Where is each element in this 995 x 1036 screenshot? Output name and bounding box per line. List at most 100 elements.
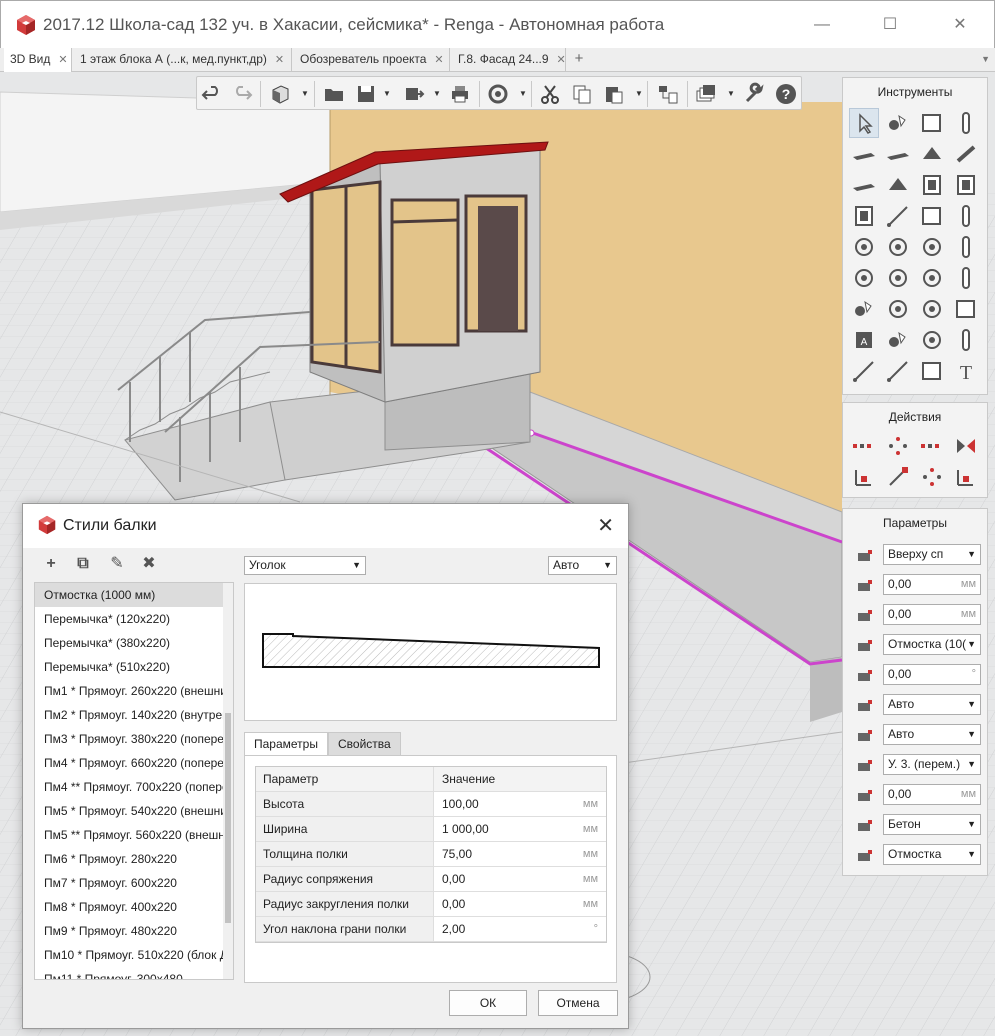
tab-close-icon[interactable]: ✕: [58, 54, 67, 66]
tab-floor-plan[interactable]: 1 этаж блока А (...к, мед.пункт,др) ✕: [74, 48, 292, 71]
view-dropdown-icon[interactable]: ▼: [301, 89, 309, 98]
scrollbar-thumb[interactable]: [225, 713, 231, 923]
style-list-item[interactable]: Пм1 * Прямоуг. 260x220 (внешни: [35, 679, 223, 703]
param-value[interactable]: 100,00: [442, 792, 479, 816]
paste-dropdown-icon[interactable]: ▼: [635, 89, 643, 98]
dialog-close-button[interactable]: ✕: [597, 513, 614, 538]
layers-dropdown-icon[interactable]: ▼: [727, 89, 735, 98]
boiler-icon[interactable]: [883, 232, 913, 262]
switch-icon[interactable]: [917, 294, 947, 324]
style-list-item[interactable]: Пм9 * Прямоуг. 480x220: [35, 919, 223, 943]
param-select[interactable]: Авто ▼: [883, 694, 981, 715]
tab-close-icon[interactable]: ✕: [275, 54, 284, 66]
tab-parameters[interactable]: Параметры: [244, 732, 328, 756]
roof-icon[interactable]: [917, 139, 947, 169]
tabs-dropdown-icon[interactable]: ▼: [981, 54, 990, 64]
door-icon[interactable]: [917, 170, 947, 200]
param-value[interactable]: 75,00: [442, 842, 472, 866]
duplicate-style-button[interactable]: ⧉: [75, 556, 91, 572]
param-select[interactable]: Авто ▼: [883, 724, 981, 745]
railing-icon[interactable]: [849, 201, 879, 231]
export-dropdown-icon[interactable]: ▼: [433, 89, 441, 98]
style-list-item[interactable]: Пм8 * Прямоуг. 400x220: [35, 895, 223, 919]
style-list-item[interactable]: Пм5 * Прямоуг. 540x220 (внешни: [35, 799, 223, 823]
style-list-item[interactable]: Пм3 * Прямоуг. 380x220 (попере: [35, 727, 223, 751]
close-window-button[interactable]: ✕: [937, 9, 983, 41]
param-value[interactable]: 1 000,00: [442, 817, 489, 841]
dimension-icon[interactable]: [849, 356, 879, 386]
tab-3d-view[interactable]: 3D Вид ✕: [4, 48, 72, 72]
tab-facade[interactable]: Г.8. Фасад 24...9 ✕: [452, 48, 566, 71]
structure-icon[interactable]: [655, 81, 681, 107]
param-select[interactable]: У. 3. (перем.) ▼: [883, 754, 981, 775]
style-list-item[interactable]: Пм10 * Прямоуг. 510x220 (блок Д: [35, 943, 223, 967]
curve-icon[interactable]: [883, 356, 913, 386]
equipment-icon[interactable]: [917, 201, 947, 231]
print-icon[interactable]: [447, 81, 473, 107]
cancel-button[interactable]: Отмена: [538, 990, 618, 1016]
cable-icon[interactable]: [917, 325, 947, 355]
window-icon[interactable]: [951, 170, 981, 200]
line-icon[interactable]: [883, 201, 913, 231]
param-select[interactable]: Вверху сп ▼: [883, 544, 981, 565]
assembly-icon[interactable]: [883, 108, 913, 138]
table-row[interactable]: Толщина полки 75,00 мм: [256, 842, 606, 867]
pipe-fitting-icon[interactable]: [951, 232, 981, 262]
style-list-item[interactable]: Пм4 * Прямоуг. 660x220 (попере: [35, 751, 223, 775]
stair-icon[interactable]: [849, 170, 879, 200]
undo-icon[interactable]: [199, 81, 225, 107]
sync-icon[interactable]: [485, 81, 511, 107]
edit-style-button[interactable]: ✎: [109, 556, 125, 572]
style-list-item[interactable]: Пм4 ** Прямоуг. 700x220 (попере: [35, 775, 223, 799]
style-list-item[interactable]: Пм6 * Прямоуг. 280x220: [35, 847, 223, 871]
param-value[interactable]: 0,00: [442, 892, 465, 916]
maximize-button[interactable]: ☐: [867, 9, 913, 41]
lamp-icon[interactable]: [883, 294, 913, 324]
add-tab-button[interactable]: +: [568, 48, 590, 71]
layers-icon[interactable]: [693, 81, 719, 107]
profile-type-select[interactable]: Уголок ▼: [244, 556, 366, 575]
style-list-item[interactable]: Перемычка* (510x220): [35, 655, 223, 679]
filter-icon[interactable]: [883, 263, 913, 293]
tab-close-icon[interactable]: ✕: [434, 54, 443, 66]
sync-dropdown-icon[interactable]: ▼: [519, 89, 527, 98]
param-input[interactable]: 0,00 мм: [883, 574, 981, 595]
pump-icon[interactable]: [917, 232, 947, 262]
tab-properties[interactable]: Свойства: [328, 732, 401, 756]
ramp-icon[interactable]: [883, 170, 913, 200]
param-value[interactable]: 0,00: [442, 867, 465, 891]
hatch-icon[interactable]: [917, 356, 947, 386]
style-list-item[interactable]: Перемычка* (380x220): [35, 631, 223, 655]
copy-array-icon[interactable]: [917, 431, 947, 461]
param-select[interactable]: Отмостка (10(▼: [883, 634, 981, 655]
cut-action-icon[interactable]: [917, 462, 947, 492]
panel-icon[interactable]: A: [849, 325, 879, 355]
table-row[interactable]: Угол наклона грани полки 2,00 °: [256, 917, 606, 942]
param-select[interactable]: Отмостка ▼: [883, 844, 981, 865]
param-input[interactable]: 0,00 °: [883, 664, 981, 685]
table-row[interactable]: Радиус сопряжения 0,00 мм: [256, 867, 606, 892]
duct-icon[interactable]: [951, 201, 981, 231]
param-value[interactable]: 2,00: [442, 917, 465, 941]
export-icon[interactable]: [401, 81, 427, 107]
styles-list-scrollbar[interactable]: [223, 583, 233, 979]
accessory-icon[interactable]: [951, 263, 981, 293]
rotate-icon[interactable]: [883, 431, 913, 461]
style-list-item[interactable]: Пм7 * Прямоуг. 600x220: [35, 871, 223, 895]
plumbing-icon[interactable]: [849, 232, 879, 262]
help-icon[interactable]: ?: [773, 81, 799, 107]
wrench-icon[interactable]: [741, 81, 767, 107]
column-icon[interactable]: [951, 108, 981, 138]
socket-icon[interactable]: [951, 294, 981, 324]
add-style-button[interactable]: +: [43, 556, 59, 572]
electric-icon[interactable]: [849, 294, 879, 324]
terminal-icon[interactable]: [951, 325, 981, 355]
floor-icon[interactable]: [883, 139, 913, 169]
text-icon[interactable]: T: [951, 356, 981, 386]
table-row[interactable]: Радиус закругления полки 0,00 мм: [256, 892, 606, 917]
table-row[interactable]: Высота 100,00 мм: [256, 792, 606, 817]
sensor-icon[interactable]: [883, 325, 913, 355]
cut-icon[interactable]: [537, 81, 563, 107]
table-row[interactable]: Ширина 1 000,00 мм: [256, 817, 606, 842]
tab-project-explorer[interactable]: Обозреватель проекта ✕: [294, 48, 450, 71]
